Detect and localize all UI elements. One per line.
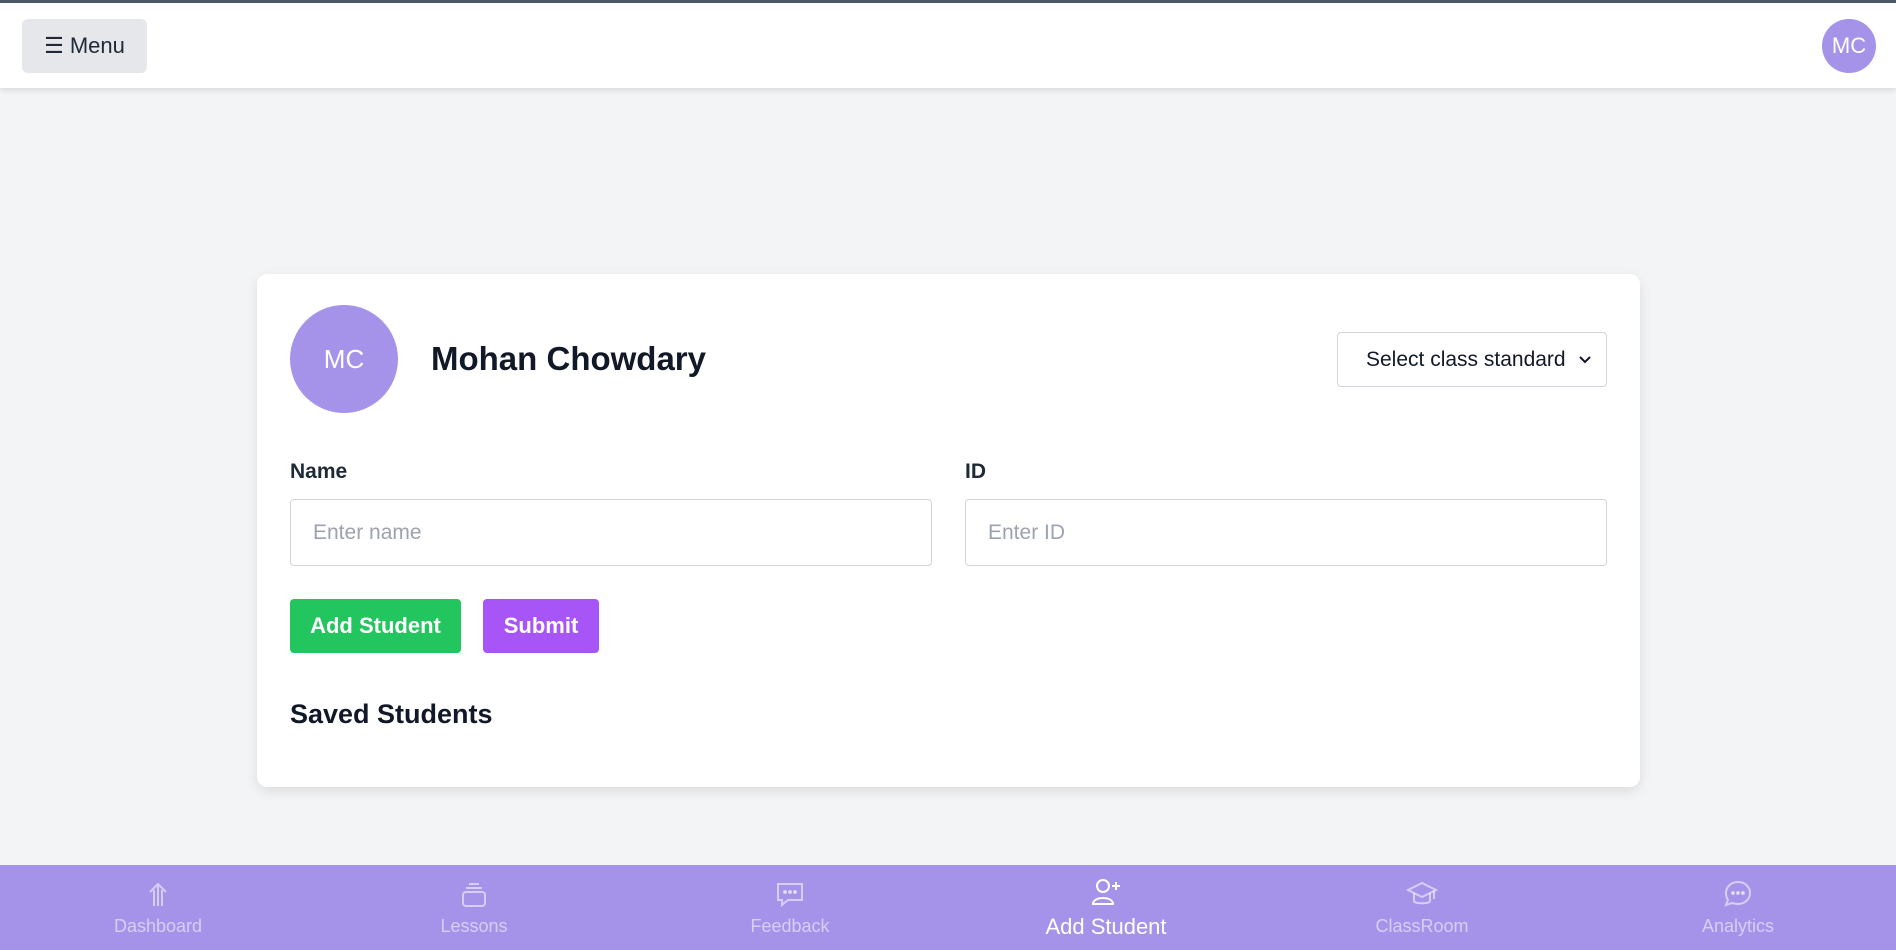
chat-bubble-icon — [1724, 880, 1752, 907]
id-input[interactable] — [965, 499, 1607, 566]
message-icon — [777, 883, 803, 908]
hamburger-icon: ☰ — [44, 33, 64, 58]
graduation-cap-icon — [1406, 881, 1438, 905]
profile-name: Mohan Chowdary — [431, 340, 707, 377]
nav-item-classroom[interactable]: ClassRoom — [1264, 865, 1580, 950]
nav-label: Analytics — [1701, 916, 1775, 936]
add-student-card: MC Mohan Chowdary Select class standard … — [257, 274, 1640, 787]
nav-label: Feedback — [750, 916, 830, 936]
layers-icon — [462, 883, 486, 907]
saved-students-heading: Saved Students — [290, 699, 493, 729]
user-plus-icon — [1091, 878, 1120, 905]
bottom-nav: Dashboard Lessons Feedback Add Student C… — [0, 865, 1896, 950]
class-select-value: Select class standard — [1366, 347, 1566, 371]
nav-label: Lessons — [440, 916, 508, 936]
menu-button[interactable]: ☰ Menu — [22, 19, 147, 73]
nav-item-add-student[interactable]: Add Student — [948, 865, 1264, 950]
name-input[interactable] — [290, 499, 932, 566]
nav-label: ClassRoom — [1375, 916, 1469, 936]
name-label: Name — [290, 460, 348, 483]
avatar[interactable]: MC — [1822, 19, 1876, 73]
class-standard-select[interactable]: Select class standard — [1337, 332, 1607, 387]
id-label: ID — [965, 460, 986, 483]
nav-item-dashboard[interactable]: Dashboard — [0, 865, 316, 950]
menu-label: Menu — [69, 33, 125, 58]
nav-label: Add Student — [1045, 913, 1167, 939]
add-student-button[interactable]: Add Student — [290, 599, 461, 653]
nav-item-analytics[interactable]: Analytics — [1580, 865, 1896, 950]
arrow-up-icon — [149, 882, 167, 906]
nav-label: Dashboard — [113, 916, 203, 936]
nav-item-lessons[interactable]: Lessons — [316, 865, 632, 950]
profile-avatar: MC — [290, 305, 398, 413]
chevron-down-icon — [1579, 355, 1591, 363]
top-bar: ☰ Menu MC — [0, 0, 1896, 88]
nav-item-feedback[interactable]: Feedback — [632, 865, 948, 950]
submit-button[interactable]: Submit — [483, 599, 599, 653]
